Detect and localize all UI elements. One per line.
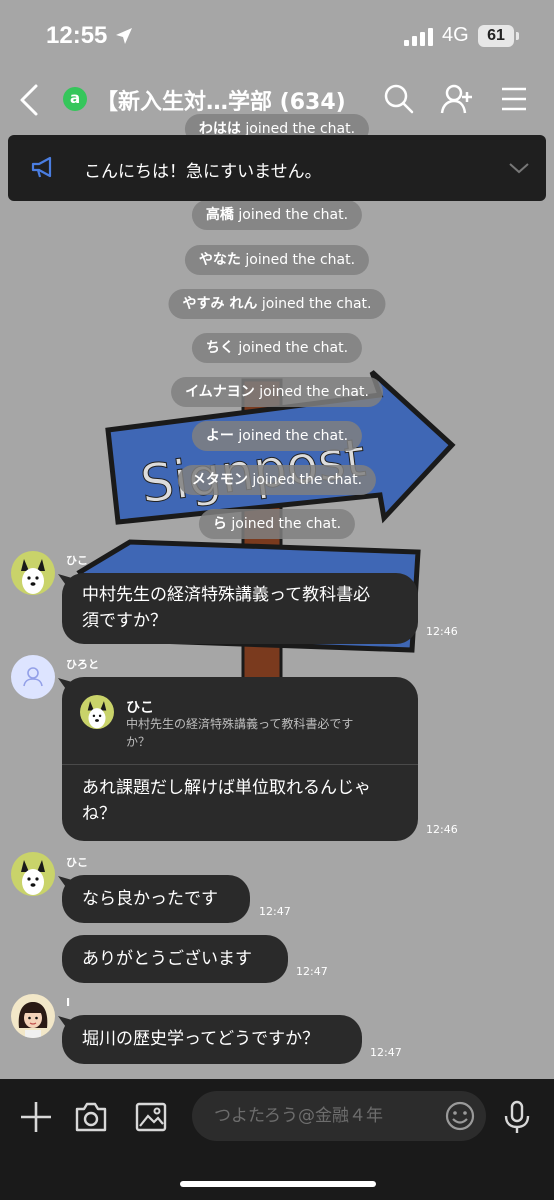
reply-quote-text: 中村先生の経済特殊講義って教科書必です か？ xyxy=(126,715,396,751)
system-message: イムナヨン joined the chat. xyxy=(171,377,383,407)
message-text: ありがとうございます xyxy=(82,949,252,969)
battery-level: 61 xyxy=(478,25,514,47)
location-arrow-icon xyxy=(116,28,132,44)
message-bubble[interactable]: なら良かったです xyxy=(62,875,250,923)
plus-icon[interactable] xyxy=(18,1099,54,1135)
avatar[interactable] xyxy=(11,551,55,595)
sender-name: I xyxy=(66,996,71,1009)
announcement-banner[interactable]: こんにちは！急にすいません。 xyxy=(8,135,546,201)
joined-suffix: joined the chat. xyxy=(240,252,356,268)
camera-icon[interactable] xyxy=(73,1099,109,1135)
reply-message-bubble[interactable]: ひこ 中村先生の経済特殊講義って教科書必です か？ あれ課題だし解けば単位取れる… xyxy=(62,677,418,841)
message-text: なら良かったです xyxy=(82,889,218,909)
girl-avatar-icon xyxy=(18,1002,48,1038)
sender-name: ひろと xyxy=(66,658,99,671)
search-icon[interactable] xyxy=(382,82,416,116)
menu-icon[interactable] xyxy=(498,82,532,116)
microphone-icon[interactable] xyxy=(499,1099,535,1135)
joined-user-name: イムナヨン xyxy=(185,384,255,400)
chat-title[interactable]: 【新入生対…学部 (634) xyxy=(96,84,346,116)
message-time: 12:47 xyxy=(370,1046,402,1059)
joined-user-name: やすみ れん xyxy=(182,296,258,312)
avatar[interactable] xyxy=(11,852,55,896)
message-text: あれ課題だし解けば単位取れるんじゃ xyxy=(82,778,371,798)
system-message: よー joined the chat. xyxy=(191,421,363,451)
system-message: やなた joined the chat. xyxy=(184,245,370,275)
avatar[interactable] xyxy=(11,655,55,699)
message-bubble[interactable]: 堀川の歴史学ってどうですか？ xyxy=(62,1015,362,1064)
signal-icon xyxy=(404,28,433,46)
dog-avatar-icon xyxy=(21,559,45,594)
joined-suffix: joined the chat. xyxy=(257,296,372,312)
dog-avatar-icon xyxy=(87,701,107,729)
message-text: 須ですか？ xyxy=(82,611,167,631)
avatar[interactable] xyxy=(11,994,55,1038)
sender-name: ひこ xyxy=(66,554,88,567)
add-friend-icon[interactable] xyxy=(440,82,474,116)
back-icon[interactable] xyxy=(14,82,44,118)
system-message: メタモン joined the chat. xyxy=(177,465,377,495)
message-time: 12:46 xyxy=(426,823,458,836)
system-message: ちく joined the chat. xyxy=(191,333,363,363)
emoji-icon[interactable] xyxy=(442,1098,478,1134)
message-time: 12:47 xyxy=(296,965,328,978)
joined-user-name: やなた xyxy=(198,252,241,268)
reply-quote-line: 中村先生の経済特殊講義って教科書必です xyxy=(126,717,354,731)
joined-suffix: joined the chat. xyxy=(254,384,369,400)
reply-quote-line: か？ xyxy=(126,735,151,749)
joined-suffix: joined the chat. xyxy=(247,472,363,488)
sender-name: ひこ xyxy=(66,856,88,869)
joined-suffix: joined the chat. xyxy=(233,207,349,223)
chevron-down-icon[interactable] xyxy=(508,161,530,175)
reply-avatar xyxy=(80,695,114,729)
reply-quote-block[interactable]: ひこ 中村先生の経済特殊講義って教科書必です か？ xyxy=(62,677,418,765)
message-bubble[interactable]: ありがとうございます xyxy=(62,935,288,983)
image-icon[interactable] xyxy=(133,1099,169,1135)
joined-user-name: ちく xyxy=(205,340,234,356)
joined-user-name: ら xyxy=(212,516,227,532)
status-time: 12:55 xyxy=(46,22,108,49)
joined-user-name: 高橋 xyxy=(205,207,234,223)
message-text: 堀川の歴史学ってどうですか？ xyxy=(82,1029,320,1049)
megaphone-icon xyxy=(31,156,52,178)
joined-suffix: joined the chat. xyxy=(233,428,349,444)
joined-suffix: joined the chat. xyxy=(233,340,349,356)
system-message: ら joined the chat. xyxy=(198,509,356,539)
joined-user-name: メタモン xyxy=(191,472,248,488)
dog-avatar-icon xyxy=(21,860,45,895)
message-bubble[interactable]: 中村先生の経済特殊講義って教科書必 須ですか？ xyxy=(62,573,418,644)
battery-tip xyxy=(516,32,519,40)
message-time: 12:47 xyxy=(259,905,291,918)
message-text: ね？ xyxy=(82,804,116,824)
message-time: 12:46 xyxy=(426,625,458,638)
status-bar: 12:55 4G 61 xyxy=(0,0,554,70)
default-user-icon xyxy=(23,667,43,687)
joined-user-name: よー xyxy=(205,428,234,444)
network-type: 4G xyxy=(442,24,469,46)
home-indicator xyxy=(180,1181,376,1187)
system-message: やすみ れん joined the chat. xyxy=(168,289,386,319)
joined-suffix: joined the chat. xyxy=(226,516,342,532)
message-text: 中村先生の経済特殊講義って教科書必 xyxy=(82,585,371,605)
announcement-text: こんにちは！急にすいません。 xyxy=(84,162,322,182)
group-type-badge: a xyxy=(63,87,87,111)
system-message: 高橋 joined the chat. xyxy=(191,200,363,230)
